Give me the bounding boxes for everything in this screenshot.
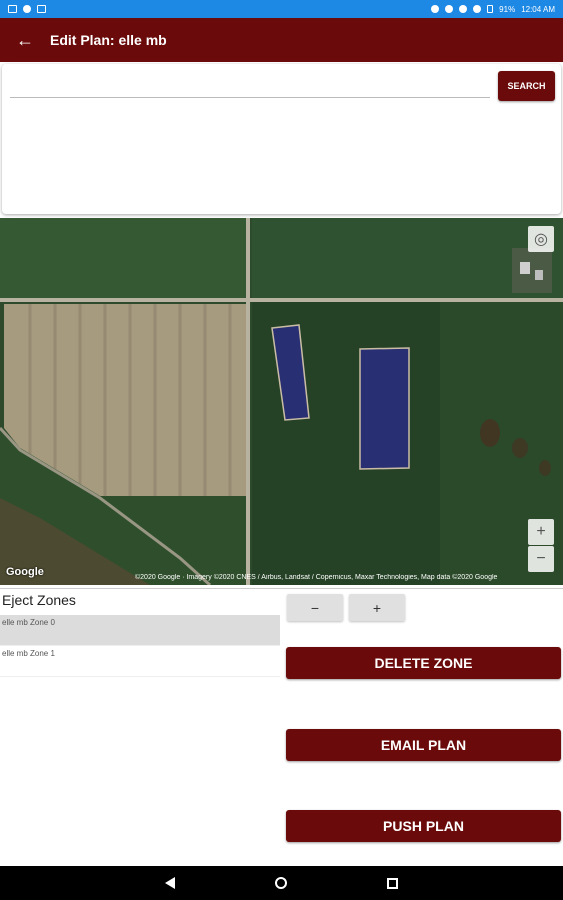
recents-nav-icon[interactable] bbox=[387, 877, 398, 889]
search-button[interactable]: SEARCH bbox=[498, 71, 555, 101]
zone-polygon-1 bbox=[359, 347, 410, 470]
zoom-in-button[interactable]: + bbox=[528, 519, 554, 545]
status-bar: 91% 12:04 AM bbox=[0, 0, 563, 18]
my-location-icon: ◎ bbox=[534, 231, 548, 248]
list-item[interactable]: elle mb Zone 1 bbox=[0, 646, 280, 677]
arrow-left-icon: ← bbox=[16, 29, 34, 50]
email-plan-button[interactable]: EMAIL PLAN bbox=[286, 729, 561, 761]
zone-list: elle mb Zone 0 elle mb Zone 1 bbox=[0, 615, 280, 677]
clock: 12:04 AM bbox=[521, 4, 555, 14]
system-nav-bar bbox=[0, 866, 563, 900]
do-not-disturb-icon bbox=[459, 5, 468, 13]
increase-button[interactable]: + bbox=[349, 594, 405, 621]
wifi-icon bbox=[473, 5, 482, 13]
cloud-notification-icon bbox=[23, 5, 31, 13]
my-location-button[interactable]: ◎ bbox=[528, 226, 554, 252]
location-icon bbox=[431, 5, 440, 13]
search-input[interactable] bbox=[10, 72, 490, 98]
map-imagery bbox=[0, 218, 563, 585]
map-attribution: ©2020 Google · Imagery ©2020 CNES / Airb… bbox=[135, 574, 498, 581]
battery-icon bbox=[487, 5, 494, 13]
google-logo: Google bbox=[6, 566, 44, 578]
zones-heading: Eject Zones bbox=[2, 592, 76, 608]
zoom-out-button[interactable]: − bbox=[528, 546, 554, 572]
home-nav-icon[interactable] bbox=[275, 877, 287, 889]
decrease-button[interactable]: − bbox=[287, 594, 343, 621]
zone-label: elle mb Zone 1 bbox=[2, 649, 55, 658]
back-button[interactable]: ← bbox=[0, 18, 50, 62]
satellite-map[interactable] bbox=[0, 218, 563, 585]
app-bar: ← Edit Plan: elle mb bbox=[0, 18, 563, 62]
list-item[interactable]: elle mb Zone 0 bbox=[0, 615, 280, 646]
page-title: Edit Plan: elle mb bbox=[50, 32, 167, 48]
push-plan-button[interactable]: PUSH PLAN bbox=[286, 810, 561, 842]
delete-zone-button[interactable]: DELETE ZONE bbox=[286, 647, 561, 679]
bluetooth-icon bbox=[445, 5, 454, 13]
calendar-notification-icon bbox=[37, 5, 46, 13]
back-nav-icon[interactable] bbox=[165, 877, 175, 889]
image-notification-icon bbox=[8, 5, 17, 13]
battery-percent: 91% bbox=[499, 4, 516, 14]
zone-label: elle mb Zone 0 bbox=[2, 618, 55, 627]
